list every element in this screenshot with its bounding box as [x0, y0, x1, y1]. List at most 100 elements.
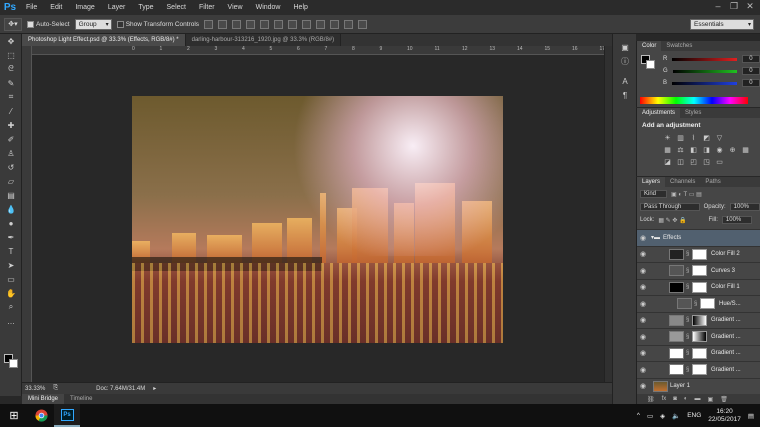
brush-tool-icon[interactable]: ✐ — [0, 132, 22, 146]
hue-saturation-icon[interactable]: ⚖ — [676, 147, 685, 155]
minimize-icon[interactable]: – — [712, 1, 724, 12]
history-panel-icon[interactable]: ▣ — [613, 40, 637, 54]
brightness-icon[interactable]: ☀ — [663, 135, 672, 143]
eye-icon[interactable]: ◉ — [637, 316, 649, 324]
gradient-map-icon[interactable]: ▽ — [715, 135, 724, 143]
hand-tool-icon[interactable]: ✋ — [0, 286, 22, 300]
opacity-value[interactable]: 100% — [729, 203, 760, 211]
tab-layers[interactable]: Layers — [637, 177, 666, 187]
color-lookup-icon[interactable]: ▦ — [741, 147, 750, 155]
shape-tool-icon[interactable]: ▭ — [0, 272, 22, 286]
layer-row[interactable]: ◉ § Color Fill 1 — [637, 278, 760, 296]
distribute-right-icon[interactable] — [358, 19, 368, 29]
menu-edit[interactable]: Edit — [44, 4, 69, 11]
crop-tool-icon[interactable]: ⌗ — [0, 90, 22, 104]
volume-icon[interactable]: 🔈 — [672, 412, 680, 420]
share-icon[interactable]: ⎘ — [53, 385, 58, 392]
add-mask-icon[interactable]: ◙ — [673, 396, 677, 402]
tab-paths[interactable]: Paths — [700, 177, 725, 187]
distribute-vcenter-icon[interactable] — [302, 19, 312, 29]
dodge-tool-icon[interactable]: ● — [0, 216, 22, 230]
eye-icon[interactable]: ◉ — [637, 250, 649, 258]
windows-start-icon[interactable]: ⊞ — [0, 404, 28, 427]
status-arrow-icon[interactable]: ▸ — [153, 385, 156, 392]
move-tool-icon[interactable]: ✥ — [0, 34, 22, 48]
layer-row-layer-1[interactable]: ◉ Layer 1 — [637, 377, 760, 395]
eye-icon[interactable]: ◉ — [637, 366, 649, 374]
chrome-icon[interactable] — [28, 404, 54, 427]
document-canvas-image[interactable] — [132, 96, 503, 343]
new-adjustment-icon[interactable]: ◐ — [684, 396, 688, 402]
red-slider-row[interactable]: R0 — [637, 53, 760, 65]
vertical-scrollbar[interactable] — [604, 46, 612, 382]
layer-row[interactable]: ◉ § Gradient ... — [637, 328, 760, 345]
auto-select-checkbox[interactable]: Auto-Select — [27, 20, 70, 28]
eye-icon[interactable]: ◉ — [637, 283, 649, 291]
gradient-map-2-icon[interactable]: ▭ — [715, 159, 724, 167]
clone-stamp-tool-icon[interactable]: ♙ — [0, 146, 22, 160]
new-group-icon[interactable]: ▬ — [695, 396, 701, 402]
show-transform-checkbox[interactable]: Show Transform Controls — [116, 20, 199, 28]
menu-filter[interactable]: Filter — [193, 4, 222, 11]
menu-window[interactable]: Window — [250, 4, 288, 11]
lasso-tool-icon[interactable]: ᘓ — [0, 62, 22, 76]
close-icon[interactable]: ✕ — [744, 1, 756, 12]
align-top-icon[interactable] — [204, 19, 214, 29]
invert-icon[interactable]: ◪ — [663, 159, 672, 167]
color-bg-swatch[interactable] — [646, 60, 655, 69]
paragraph-panel-icon[interactable]: ¶ — [613, 88, 637, 102]
distribute-hcenter-icon[interactable] — [344, 19, 354, 29]
tab-channels[interactable]: Channels — [665, 177, 700, 187]
posterize-icon[interactable]: ◫ — [676, 159, 685, 167]
tab-darling-harbour[interactable]: darling-harbour-313216_1920.jpg @ 33.3% … — [185, 34, 342, 46]
menu-image[interactable]: Image — [69, 4, 101, 11]
selective-color-icon[interactable]: ◳ — [702, 159, 711, 167]
threshold-icon[interactable]: ◰ — [689, 159, 698, 167]
quick-select-tool-icon[interactable]: ✎ — [0, 76, 22, 90]
marquee-tool-icon[interactable]: ⬚ — [0, 48, 22, 62]
blue-slider-row[interactable]: B0 — [637, 77, 760, 89]
layer-row[interactable]: ◉ § Gradient ... — [637, 311, 760, 329]
zoom-tool-icon[interactable]: ⌕ — [0, 300, 22, 314]
history-brush-tool-icon[interactable]: ↺ — [0, 160, 22, 174]
menu-select[interactable]: Select — [161, 4, 193, 11]
layer-row[interactable]: ◉ § Gradient ... — [637, 361, 760, 378]
menu-view[interactable]: View — [222, 4, 250, 11]
red-value[interactable]: 0 — [741, 55, 760, 63]
zoom-level[interactable]: 33.33% — [25, 386, 45, 392]
photo-filter-icon[interactable]: ◉ — [715, 147, 724, 155]
link-layers-icon[interactable]: ⛓ — [647, 396, 655, 403]
eyedropper-tool-icon[interactable]: ⁄ — [0, 104, 22, 118]
green-value[interactable]: 0 — [741, 67, 760, 75]
color-balance-icon[interactable]: ◧ — [689, 147, 698, 155]
eraser-tool-icon[interactable]: ▱ — [0, 174, 22, 188]
character-panel-icon[interactable]: A — [613, 74, 637, 88]
align-hcenter-icon[interactable] — [260, 19, 270, 29]
new-layer-icon[interactable]: ▣ — [708, 396, 714, 403]
healing-brush-tool-icon[interactable]: ✚ — [0, 118, 22, 132]
eye-icon[interactable]: ◉ — [637, 382, 649, 390]
menu-layer[interactable]: Layer — [102, 4, 133, 11]
layer-row[interactable]: ◉ § Hue/S... — [637, 295, 760, 312]
tab-timeline[interactable]: Timeline — [64, 394, 98, 404]
properties-panel-icon[interactable]: ⓘ — [613, 54, 637, 68]
restore-icon[interactable]: ❐ — [728, 1, 740, 12]
pen-tool-icon[interactable]: ✒ — [0, 230, 22, 244]
tab-mini-bridge[interactable]: Mini Bridge — [22, 394, 65, 404]
eye-icon[interactable]: ◉ — [637, 234, 649, 242]
language-indicator[interactable]: ENG — [687, 412, 701, 419]
exposure-icon[interactable]: ◩ — [702, 135, 711, 143]
channel-mixer-icon[interactable]: ⊕ — [728, 147, 737, 155]
align-bottom-icon[interactable] — [232, 19, 242, 29]
notification-icon[interactable]: ▭ — [647, 412, 653, 420]
levels-icon[interactable]: ▥ — [676, 135, 685, 143]
move-tool-preset-icon[interactable]: ✥▾ — [4, 17, 22, 31]
blue-value[interactable]: 0 — [741, 79, 760, 87]
auto-select-target-dropdown[interactable]: Group — [74, 18, 112, 30]
black-white-icon[interactable]: ◨ — [702, 147, 711, 155]
workspace-dropdown[interactable]: Essentials — [690, 19, 754, 30]
green-slider-row[interactable]: G0 — [637, 65, 760, 77]
clock[interactable]: 16:20 22/05/2017 — [708, 408, 741, 424]
tab-photoshop-light-effect[interactable]: Photoshop Light Effect.psd @ 33.3% (Effe… — [22, 34, 186, 46]
curves-icon[interactable]: ⌇ — [689, 135, 698, 143]
